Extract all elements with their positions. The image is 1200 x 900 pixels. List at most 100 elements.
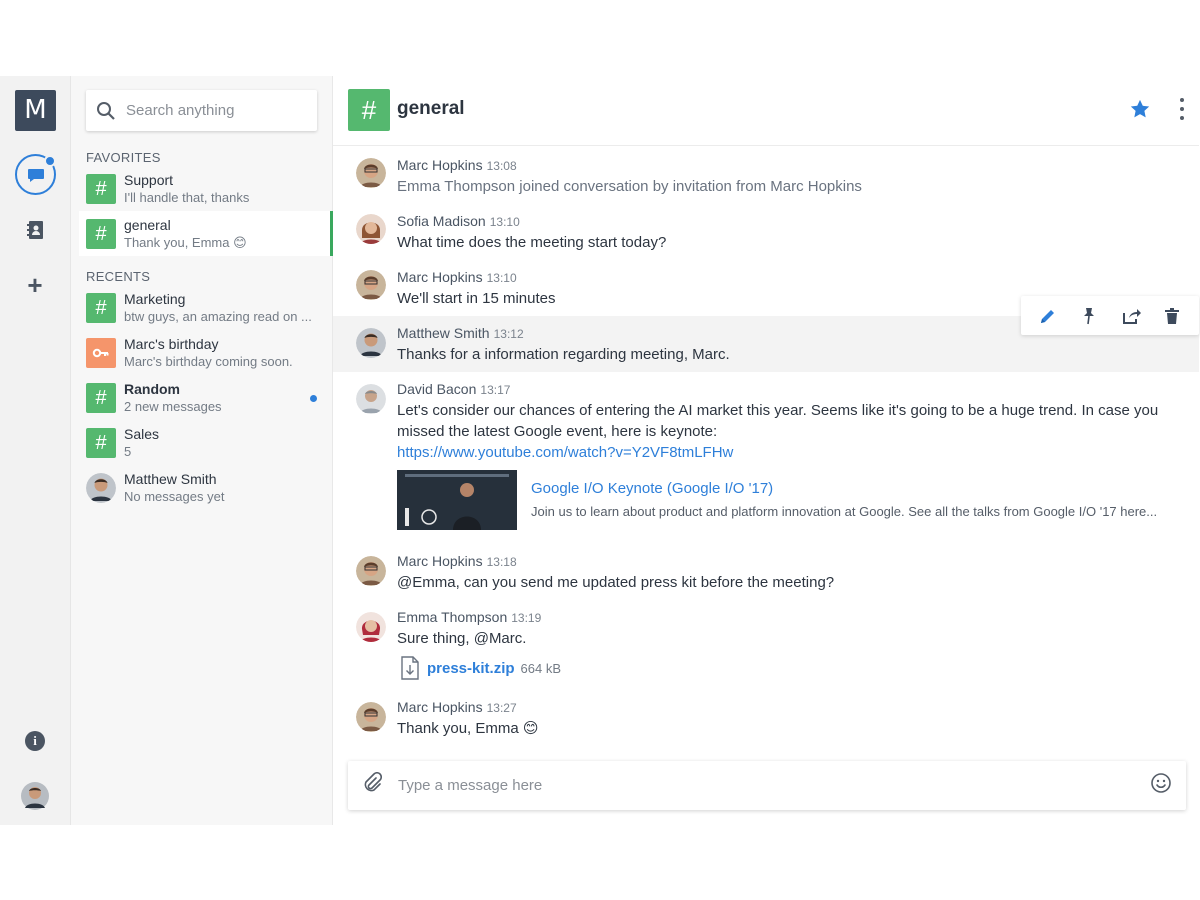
room-hash-icon: # bbox=[86, 427, 116, 458]
chat-app: M + i FAVORITES # Support I'll handle th… bbox=[0, 76, 1200, 825]
room-preview: No messages yet bbox=[124, 488, 225, 504]
key-icon bbox=[86, 337, 116, 368]
avatar bbox=[356, 612, 386, 642]
message-time: 13:18 bbox=[486, 555, 517, 569]
file-name[interactable]: press-kit.zip bbox=[427, 660, 515, 677]
room-name: Marketing bbox=[124, 290, 186, 307]
avatar bbox=[356, 702, 386, 732]
preview-description: Join us to learn about product and platf… bbox=[531, 504, 1158, 519]
conversation-header: # general bbox=[333, 76, 1199, 146]
message-composer bbox=[348, 761, 1186, 810]
room-preview: btw guys, an amazing read on ... bbox=[124, 308, 312, 324]
recents-label: RECENTS bbox=[86, 269, 151, 284]
room-matthew-smith[interactable]: Matthew Smith No messages yet bbox=[79, 465, 333, 510]
message-time: 13:08 bbox=[486, 159, 517, 173]
message-text: Emma Thompson joined conversation by inv… bbox=[397, 178, 862, 195]
message-text: What time does the meeting start today? bbox=[397, 234, 667, 251]
preview-title[interactable]: Google I/O Keynote (Google I/O '17) bbox=[531, 480, 773, 497]
message-item: Sofia Madison 13:10 What time does the me… bbox=[333, 210, 1199, 260]
attach-icon[interactable] bbox=[362, 771, 383, 799]
message-author[interactable]: Emma Thompson bbox=[397, 609, 507, 625]
contacts-icon[interactable] bbox=[25, 220, 45, 240]
message-link[interactable]: https://www.youtube.com/watch?v=Y2VF8tmL… bbox=[397, 444, 733, 461]
favorites-label: FAVORITES bbox=[86, 150, 161, 165]
avatar bbox=[356, 328, 386, 358]
room-marcs-birthday[interactable]: Marc's birthday Marc's birthday coming s… bbox=[79, 330, 333, 375]
message-time: 13:10 bbox=[489, 215, 520, 229]
message-author[interactable]: Marc Hopkins bbox=[397, 269, 483, 285]
message-time: 13:17 bbox=[480, 383, 511, 397]
room-support[interactable]: # Support I'll handle that, thanks bbox=[79, 166, 333, 211]
message-author[interactable]: David Bacon bbox=[397, 381, 476, 397]
message-time: 13:12 bbox=[493, 327, 524, 341]
room-name: Support bbox=[124, 171, 174, 188]
room-preview: Marc's birthday coming soon. bbox=[124, 353, 293, 369]
message-author[interactable]: Marc Hopkins bbox=[397, 157, 483, 173]
workspace-logo[interactable]: M bbox=[15, 90, 56, 131]
room-hash-icon: # bbox=[86, 292, 116, 323]
avatar bbox=[356, 270, 386, 300]
chat-icon[interactable] bbox=[15, 154, 56, 195]
message-author[interactable]: Sofia Madison bbox=[397, 213, 486, 229]
room-hash-icon: # bbox=[86, 382, 116, 413]
room-random[interactable]: # Random 2 new messages bbox=[79, 375, 333, 420]
room-sales[interactable]: # Sales 5 bbox=[79, 420, 333, 465]
file-size: 664 kB bbox=[520, 660, 562, 676]
rooms-sidebar: FAVORITES # Support I'll handle that, th… bbox=[71, 76, 333, 825]
message-time: 13:27 bbox=[486, 701, 517, 715]
room-name: Matthew Smith bbox=[124, 470, 217, 487]
message-time: 13:10 bbox=[486, 271, 517, 285]
room-hash-icon: # bbox=[348, 89, 390, 131]
room-preview: Thank you, Emma 😊 bbox=[124, 234, 247, 250]
link-preview-card[interactable]: Google I/O Keynote (Google I/O '17) Join… bbox=[397, 470, 1177, 532]
plus-icon[interactable]: + bbox=[23, 272, 47, 298]
search-icon bbox=[97, 101, 115, 120]
message-author[interactable]: Marc Hopkins bbox=[397, 553, 483, 569]
message-text: @Emma, can you send me updated press kit… bbox=[397, 574, 835, 591]
search-box[interactable] bbox=[86, 90, 317, 131]
star-icon[interactable] bbox=[1129, 98, 1151, 120]
room-general[interactable]: # general Thank you, Emma 😊 bbox=[79, 211, 333, 256]
unread-dot bbox=[310, 395, 317, 402]
page-title: general bbox=[397, 98, 465, 119]
room-name: Random bbox=[124, 380, 180, 397]
info-icon[interactable]: i bbox=[25, 731, 45, 751]
message-item: Marc Hopkins 13:18 @Emma, can you send me… bbox=[333, 550, 1199, 600]
avatar bbox=[356, 556, 386, 586]
avatar bbox=[86, 472, 116, 503]
message-actions-toolbar bbox=[1021, 296, 1199, 335]
avatar bbox=[356, 384, 386, 414]
delete-icon[interactable] bbox=[1161, 305, 1183, 327]
avatar bbox=[356, 214, 386, 244]
search-input[interactable] bbox=[126, 102, 306, 119]
message-item: Emma Thompson 13:19 Sure thing, @Marc. bbox=[333, 606, 1199, 696]
room-name: Sales bbox=[124, 425, 160, 442]
message-item: Marc Hopkins 13:08 Emma Thompson joined c… bbox=[333, 154, 1199, 204]
room-name: Marc's birthday bbox=[124, 335, 219, 352]
message-text: Thanks for a information regarding meeti… bbox=[397, 346, 730, 363]
user-avatar[interactable] bbox=[21, 782, 49, 815]
message-input[interactable] bbox=[398, 777, 1150, 794]
message-item: Marc Hopkins 13:27 Thank you, Emma 😊 bbox=[333, 696, 1199, 746]
pin-icon[interactable] bbox=[1078, 305, 1100, 327]
video-thumbnail[interactable] bbox=[397, 470, 517, 530]
share-icon[interactable] bbox=[1120, 305, 1142, 327]
conversation-panel: # general Marc Hopkins 13:08 Emma Thompso… bbox=[333, 76, 1200, 825]
message-text: Sure thing, @Marc. bbox=[397, 630, 527, 647]
more-options-icon[interactable] bbox=[1178, 98, 1186, 120]
room-preview: I'll handle that, thanks bbox=[124, 189, 250, 205]
message-author[interactable]: Matthew Smith bbox=[397, 325, 490, 341]
edit-icon[interactable] bbox=[1037, 305, 1059, 327]
message-time: 13:19 bbox=[511, 611, 542, 625]
emoji-icon[interactable] bbox=[1150, 772, 1172, 799]
room-hash-icon: # bbox=[86, 173, 116, 204]
room-marketing[interactable]: # Marketing btw guys, an amazing read on… bbox=[79, 285, 333, 330]
app-rail: M + i bbox=[0, 76, 71, 825]
message-author[interactable]: Marc Hopkins bbox=[397, 699, 483, 715]
file-attachment[interactable]: press-kit.zip 664 kB bbox=[401, 656, 561, 680]
avatar bbox=[356, 158, 386, 188]
room-name: general bbox=[124, 216, 171, 233]
message-text: Thank you, Emma 😊 bbox=[397, 720, 539, 737]
room-preview: 5 bbox=[124, 443, 132, 459]
notification-dot bbox=[44, 155, 56, 167]
